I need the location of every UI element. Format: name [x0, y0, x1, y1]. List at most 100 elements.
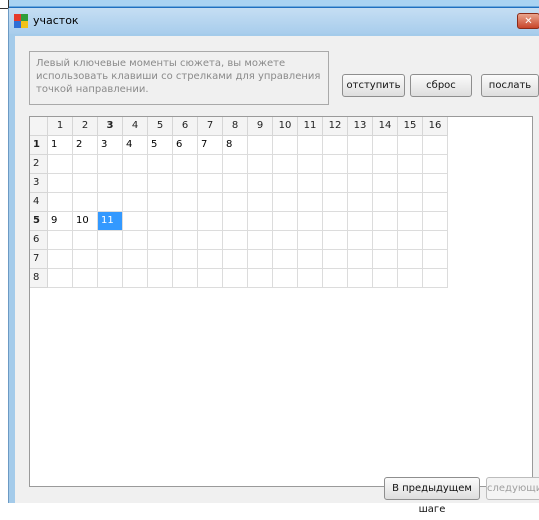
column-header[interactable]: 1	[48, 117, 73, 136]
grid-cell[interactable]	[98, 250, 123, 269]
grid-cell[interactable]	[348, 174, 373, 193]
grid-cell[interactable]	[248, 269, 273, 288]
grid-cell[interactable]: 2	[73, 136, 98, 155]
grid-cell[interactable]	[273, 250, 298, 269]
grid-cell[interactable]	[48, 231, 73, 250]
grid-cell[interactable]	[223, 231, 248, 250]
grid-cell[interactable]	[173, 212, 198, 231]
grid-cell[interactable]	[273, 193, 298, 212]
grid-cell[interactable]	[323, 155, 348, 174]
grid-cell[interactable]	[348, 136, 373, 155]
grid-cell[interactable]	[48, 269, 73, 288]
grid-cell[interactable]	[298, 269, 323, 288]
grid-cell[interactable]	[123, 269, 148, 288]
grid-cell[interactable]	[373, 212, 398, 231]
grid-cell[interactable]	[348, 231, 373, 250]
grid-cell[interactable]	[198, 193, 223, 212]
grid-cell[interactable]	[298, 231, 323, 250]
grid-cell[interactable]	[123, 250, 148, 269]
grid-cell-selected[interactable]: 11	[98, 212, 123, 231]
grid-cell[interactable]	[398, 193, 423, 212]
column-header[interactable]: 7	[198, 117, 223, 136]
grid-cell[interactable]	[173, 155, 198, 174]
grid-cell[interactable]	[173, 174, 198, 193]
grid-cell[interactable]	[298, 212, 323, 231]
grid-cell[interactable]	[398, 212, 423, 231]
row-header[interactable]: 7	[30, 250, 48, 269]
grid-cell[interactable]	[148, 231, 173, 250]
grid-cell[interactable]	[323, 231, 348, 250]
grid-cell[interactable]	[423, 212, 448, 231]
grid-cell[interactable]	[273, 269, 298, 288]
grid-cell[interactable]	[173, 250, 198, 269]
grid-cell[interactable]: 10	[73, 212, 98, 231]
grid-cell[interactable]	[273, 155, 298, 174]
grid-cell[interactable]	[148, 174, 173, 193]
grid-cell[interactable]	[298, 155, 323, 174]
grid-cell[interactable]: 3	[98, 136, 123, 155]
grid-cell[interactable]	[248, 212, 273, 231]
grid-cell[interactable]	[348, 212, 373, 231]
grid-cell[interactable]	[148, 212, 173, 231]
row-header[interactable]: 2	[30, 155, 48, 174]
column-header[interactable]: 14	[373, 117, 398, 136]
grid-cell[interactable]	[373, 155, 398, 174]
grid-cell[interactable]	[423, 193, 448, 212]
grid-cell[interactable]	[273, 174, 298, 193]
grid-cell[interactable]	[373, 174, 398, 193]
grid-cell[interactable]	[98, 155, 123, 174]
row-header[interactable]: 8	[30, 269, 48, 288]
grid-cell[interactable]	[123, 212, 148, 231]
grid-cell[interactable]	[398, 174, 423, 193]
grid-cell[interactable]	[198, 250, 223, 269]
grid-cell[interactable]	[198, 269, 223, 288]
grid-cell[interactable]	[173, 269, 198, 288]
column-header[interactable]: 6	[173, 117, 198, 136]
grid-cell[interactable]	[198, 174, 223, 193]
column-header[interactable]: 9	[248, 117, 273, 136]
grid-cell[interactable]	[248, 193, 273, 212]
column-header[interactable]: 10	[273, 117, 298, 136]
grid-cell[interactable]	[248, 231, 273, 250]
grid-cell[interactable]	[323, 193, 348, 212]
title-bar[interactable]: участок ✕	[9, 8, 539, 34]
grid-cell[interactable]	[298, 136, 323, 155]
column-header[interactable]: 11	[298, 117, 323, 136]
grid-cell[interactable]	[248, 250, 273, 269]
grid-cell[interactable]	[423, 269, 448, 288]
grid-cell[interactable]	[373, 136, 398, 155]
grid-cell[interactable]	[123, 193, 148, 212]
grid-cell[interactable]	[273, 212, 298, 231]
grid-cell[interactable]: 4	[123, 136, 148, 155]
grid-cell[interactable]	[423, 174, 448, 193]
grid-cell[interactable]	[123, 174, 148, 193]
grid-cell[interactable]: 5	[148, 136, 173, 155]
grid-cell[interactable]	[48, 193, 73, 212]
grid-cell[interactable]	[423, 231, 448, 250]
grid-cell[interactable]	[198, 231, 223, 250]
grid-cell[interactable]	[398, 136, 423, 155]
grid-cell[interactable]	[123, 155, 148, 174]
grid-cell[interactable]	[148, 250, 173, 269]
grid-cell[interactable]	[323, 174, 348, 193]
close-button[interactable]: ✕	[517, 13, 539, 29]
grid-cell[interactable]	[98, 231, 123, 250]
grid-cell[interactable]	[98, 174, 123, 193]
grid-cell[interactable]	[48, 174, 73, 193]
grid-cell[interactable]	[273, 231, 298, 250]
grid-cell[interactable]	[348, 250, 373, 269]
grid-cell[interactable]	[398, 231, 423, 250]
column-header[interactable]: 12	[323, 117, 348, 136]
column-header[interactable]: 8	[223, 117, 248, 136]
grid-cell[interactable]	[248, 136, 273, 155]
points-grid[interactable]: 1 2 3 4 5 6 7 8 9 10 11 12 13 14 15 16 1 1 2 3 4 5 6 7 8 2 3 4 5 9 10 1…	[29, 116, 533, 487]
column-header[interactable]: 4	[123, 117, 148, 136]
grid-cell[interactable]	[173, 193, 198, 212]
column-header[interactable]: 3	[98, 117, 123, 136]
grid-cell[interactable]	[48, 250, 73, 269]
grid-cell[interactable]	[148, 155, 173, 174]
row-header[interactable]: 6	[30, 231, 48, 250]
grid-cell[interactable]	[98, 193, 123, 212]
grid-cell[interactable]	[373, 269, 398, 288]
column-header[interactable]: 16	[423, 117, 448, 136]
